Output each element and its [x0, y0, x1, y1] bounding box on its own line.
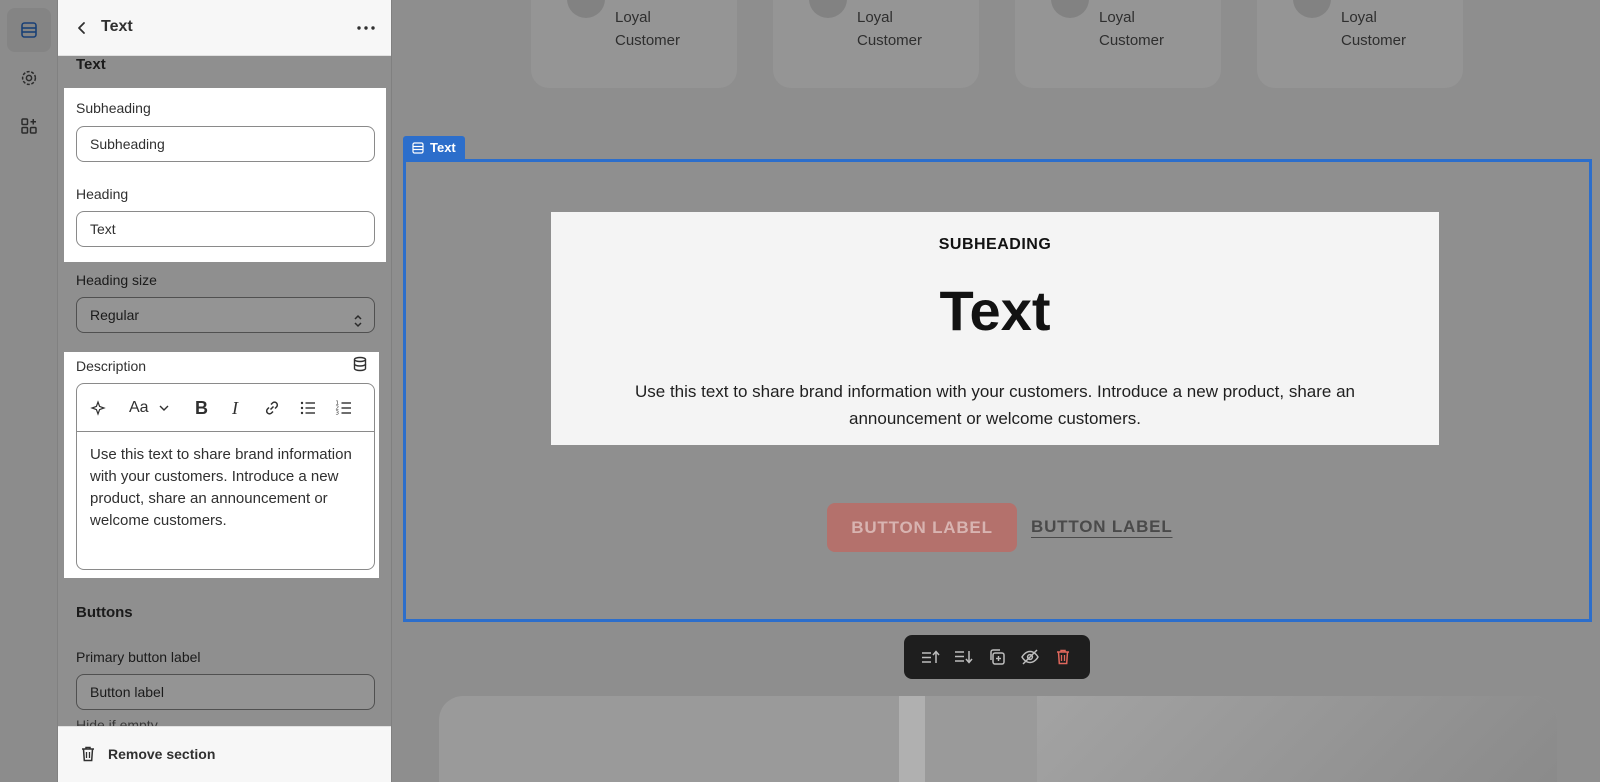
panel-footer: Remove section — [58, 726, 391, 782]
trash-icon — [82, 746, 94, 762]
heading-size-select[interactable]: Regular — [76, 297, 375, 333]
section-floating-toolbar — [904, 635, 1090, 679]
testimonial-card: Loyal Customer — [1257, 0, 1463, 88]
chevron-updown-icon — [352, 307, 364, 341]
primary-button-input[interactable] — [76, 674, 375, 710]
move-down-icon[interactable] — [952, 645, 976, 669]
preview-subheading: SUBHEADING — [938, 236, 1052, 253]
heading-size-label: Heading size — [76, 272, 157, 288]
selected-section-tag[interactable]: Text — [403, 136, 465, 159]
move-up-icon[interactable] — [919, 645, 943, 669]
svg-text:3: 3 — [336, 411, 340, 417]
buttons-section-heading: Buttons — [76, 604, 133, 621]
testimonial-name: Loyal Customer — [1099, 9, 1165, 49]
subheading-input[interactable] — [76, 126, 375, 162]
delete-icon[interactable] — [1051, 645, 1075, 669]
preview-primary-button[interactable]: BUTTON LABEL — [827, 503, 1017, 552]
section-tag-label: Text — [430, 140, 456, 155]
testimonial-name: Loyal Customer — [1341, 9, 1407, 49]
preview-description: Use this text to share brand information… — [634, 382, 1356, 428]
hide-icon[interactable] — [1018, 645, 1042, 669]
heading-label: Heading — [76, 186, 129, 202]
rich-text-toolbar: Aa B I 123 — [77, 384, 374, 432]
panel-header: Text — [58, 0, 391, 56]
font-style-label: Aa — [129, 399, 149, 416]
avatar — [567, 0, 605, 18]
next-section-image — [439, 696, 1557, 782]
image-shade — [1037, 696, 1557, 782]
heading-input[interactable] — [76, 211, 375, 247]
remove-section-button[interactable]: Remove section — [80, 745, 215, 763]
description-rich-text-editor[interactable]: Aa B I 123 Use this text to share brand … — [76, 383, 375, 570]
avatar — [1051, 0, 1089, 18]
duplicate-icon[interactable] — [985, 645, 1009, 669]
heading-size-value: Regular — [90, 307, 140, 323]
icon-rail — [0, 0, 58, 782]
italic-icon[interactable]: I — [232, 398, 238, 418]
text-block[interactable]: SUBHEADING Text Use this text to share b… — [551, 212, 1439, 445]
testimonial-name: Loyal Customer — [857, 9, 923, 49]
link-icon[interactable] — [263, 398, 281, 418]
description-text[interactable]: Use this text to share brand information… — [77, 432, 374, 544]
back-arrow-icon[interactable] — [72, 18, 92, 38]
preview-heading: Text — [939, 279, 1051, 342]
description-label: Description — [76, 358, 147, 374]
remove-section-label: Remove section — [108, 746, 216, 762]
bullet-list-icon[interactable] — [299, 398, 317, 418]
preview-secondary-button[interactable]: BUTTON LABEL — [1031, 517, 1173, 537]
section-settings-panel: Text Text Subheading Heading Heading siz… — [58, 0, 392, 782]
numbered-list-icon[interactable]: 123 — [335, 398, 353, 418]
subheading-label: Subheading — [76, 100, 151, 116]
testimonial-name: Loyal Customer — [615, 9, 681, 49]
dynamic-source-icon[interactable] — [352, 356, 368, 377]
bold-icon[interactable]: B — [195, 398, 208, 418]
settings-icon[interactable] — [7, 56, 51, 100]
text-section-heading: Text — [76, 56, 106, 73]
section-icon — [412, 141, 424, 154]
font-style-menu[interactable]: Aa — [129, 398, 169, 418]
testimonial-card: Loyal Customer — [1015, 0, 1221, 88]
testimonial-card: Loyal Customer — [531, 0, 737, 88]
testimonial-card: Loyal Customer — [773, 0, 979, 88]
panel-title: Text — [101, 18, 133, 35]
apps-icon[interactable] — [7, 104, 51, 148]
sparkle-icon[interactable] — [89, 398, 107, 418]
primary-button-label: Primary button label — [76, 649, 201, 665]
chevron-down-icon — [159, 405, 169, 411]
image-detail — [899, 696, 925, 782]
avatar — [1293, 0, 1331, 18]
sections-icon[interactable] — [7, 8, 51, 52]
avatar — [809, 0, 847, 18]
more-options-icon[interactable] — [354, 18, 378, 38]
